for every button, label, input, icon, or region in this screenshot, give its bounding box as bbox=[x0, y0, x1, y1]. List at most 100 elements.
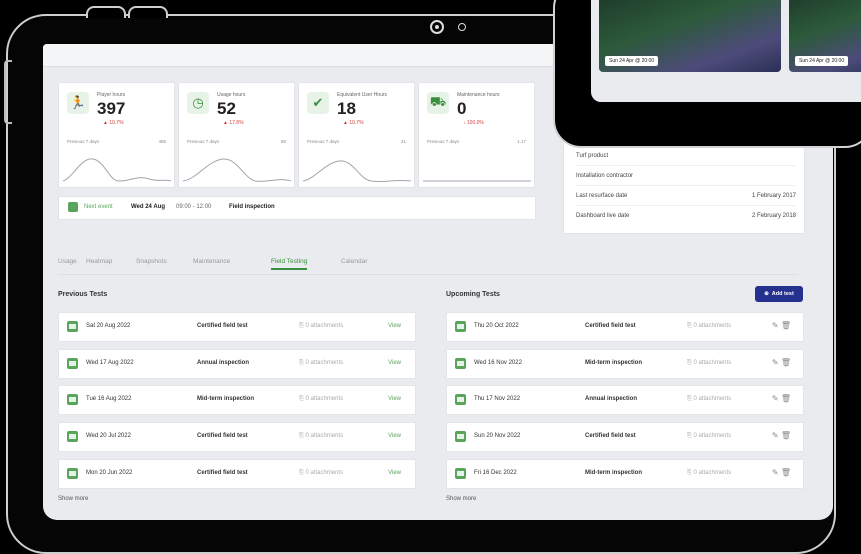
test-date: Sun 20 Nov 2022 bbox=[474, 433, 521, 439]
info-label: Dashboard live date bbox=[576, 213, 630, 219]
running-person-icon: 🏃 bbox=[67, 92, 89, 114]
tab-bar: Usage Heatmap Snapshots Maintenance Fiel… bbox=[58, 256, 798, 275]
tablet-side-button bbox=[4, 60, 12, 124]
view-link[interactable]: View bbox=[388, 323, 401, 329]
info-row: Dashboard live date 2 February 2018 bbox=[576, 207, 796, 225]
row-actions: ✎ 🗑 bbox=[772, 468, 791, 477]
edit-icon[interactable]: ✎ bbox=[772, 394, 779, 403]
kpi-prev-label: Previous 7 days bbox=[427, 139, 460, 144]
kpi-card-equivalent-user-hours: ✔ Equivalent User Hours 18 ▲ 10.7% Previ… bbox=[298, 82, 415, 188]
test-attachments: ⎘ 0 attachments bbox=[687, 433, 732, 439]
add-test-button[interactable]: ⊕ Add test bbox=[755, 286, 803, 302]
edit-icon[interactable]: ✎ bbox=[772, 321, 779, 330]
calendar-icon bbox=[68, 202, 78, 212]
kpi-delta: ▲ 10.7% bbox=[343, 120, 364, 126]
upcoming-test-row: Wed 16 Nov 2022 Mid-term inspection ⎘ 0 at… bbox=[446, 349, 804, 379]
kpi-value: 52 bbox=[217, 99, 236, 118]
previous-test-row: Mon 20 Jun 2022 Certified field test ⎘ 0 a… bbox=[58, 459, 416, 489]
row-actions: ✎ 🗑 bbox=[772, 431, 791, 440]
tab-heatmap[interactable]: Heatmap bbox=[86, 258, 112, 265]
calendar-icon bbox=[455, 394, 466, 405]
kpi-value: 397 bbox=[97, 99, 126, 118]
kpi-delta: ▲ 10.7% bbox=[103, 120, 124, 126]
trash-icon[interactable]: 🗑 bbox=[781, 321, 791, 330]
next-event-title: Field inspection bbox=[229, 204, 275, 210]
snapshot-image[interactable]: Sun 24 Apr @ 20:00 bbox=[789, 0, 861, 72]
snapshot-caption: Sun 24 Apr @ 20:00 bbox=[605, 56, 659, 66]
clock-icon: ◷ bbox=[187, 92, 209, 114]
edit-icon[interactable]: ✎ bbox=[772, 358, 779, 367]
test-type: Annual inspection bbox=[585, 396, 638, 402]
test-attachments: ⎘ 0 attachments bbox=[687, 396, 732, 402]
tab-usage[interactable]: Usage bbox=[58, 258, 77, 265]
kpi-prev-value: 80 bbox=[280, 139, 286, 144]
info-label: Turf product bbox=[576, 153, 609, 159]
kpi-prev-value: 21 bbox=[400, 139, 406, 144]
test-type: Annual inspection bbox=[197, 360, 250, 366]
tab-field-testing[interactable]: Field Testing bbox=[271, 258, 308, 270]
snapshot-caption: Sun 24 Apr @ 20:00 bbox=[795, 56, 849, 66]
test-date: Wed 16 Nov 2022 bbox=[474, 360, 522, 366]
test-date: Thu 17 Nov 2022 bbox=[474, 396, 521, 402]
kpi-label: Maintenance hours bbox=[457, 92, 500, 98]
test-attachments: ⎘ 0 attachments bbox=[299, 433, 344, 439]
edit-icon[interactable]: ✎ bbox=[772, 431, 779, 440]
sensor-icon bbox=[458, 23, 466, 31]
shield-check-icon: ✔ bbox=[307, 92, 329, 114]
kpi-value: 18 bbox=[337, 99, 356, 118]
test-type: Certified field test bbox=[197, 470, 248, 476]
kpi-value: 0 bbox=[457, 99, 467, 118]
previous-test-row: Tue 16 Aug 2022 Mid-term inspection ⎘ 0 at… bbox=[58, 385, 416, 415]
view-link[interactable]: View bbox=[388, 396, 401, 402]
calendar-icon bbox=[67, 431, 78, 442]
calendar-icon bbox=[455, 468, 466, 479]
kpi-card-usage-hours: ◷ Usage hours 52 ▲ 17.8% Previous 7 days… bbox=[178, 82, 295, 188]
kpi-label: Equivalent User Hours bbox=[337, 92, 388, 98]
test-attachments: ⎘ 0 attachments bbox=[299, 396, 344, 402]
kpi-label: Player hours bbox=[97, 92, 126, 98]
view-link[interactable]: View bbox=[388, 433, 401, 439]
test-date: Mon 20 Jun 2022 bbox=[86, 470, 133, 476]
trash-icon[interactable]: 🗑 bbox=[781, 394, 791, 403]
test-type: Certified field test bbox=[585, 323, 636, 329]
test-type: Certified field test bbox=[585, 433, 636, 439]
tab-snapshots[interactable]: Snapshots bbox=[136, 258, 167, 265]
calendar-icon bbox=[455, 358, 466, 369]
row-actions: ✎ 🗑 bbox=[772, 394, 791, 403]
calendar-icon bbox=[67, 394, 78, 405]
previous-tests-title: Previous Tests bbox=[58, 291, 108, 298]
test-date: Wed 17 Aug 2022 bbox=[86, 360, 134, 366]
trash-icon[interactable]: 🗑 bbox=[781, 468, 791, 477]
test-type: Certified field test bbox=[197, 323, 248, 329]
kpi-prev-value: 485 bbox=[158, 139, 166, 144]
view-link[interactable]: View bbox=[388, 470, 401, 476]
kpi-prev-label: Previous 7 days bbox=[307, 139, 340, 144]
info-value: 2 February 2018 bbox=[751, 213, 796, 219]
view-link[interactable]: View bbox=[388, 360, 401, 366]
test-date: Tue 16 Aug 2022 bbox=[86, 396, 132, 402]
next-event-bar[interactable]: Next event Wed 24 Aug 09:00 - 12:00 Fiel… bbox=[58, 196, 536, 220]
next-event-label: Next event bbox=[84, 204, 113, 210]
calendar-icon bbox=[67, 321, 78, 332]
calendar-icon bbox=[67, 468, 78, 479]
test-attachments: ⎘ 0 attachments bbox=[687, 360, 732, 366]
trash-icon[interactable]: 🗑 bbox=[781, 431, 791, 440]
snapshot-image[interactable]: Sun 24 Apr @ 20:00 bbox=[599, 0, 781, 72]
edit-icon[interactable]: ✎ bbox=[772, 468, 779, 477]
kpi-sparkline bbox=[423, 180, 531, 182]
show-more-previous-link[interactable]: Show more bbox=[58, 496, 88, 502]
tab-maintenance[interactable]: Maintenance bbox=[193, 258, 230, 265]
show-more-upcoming-link[interactable]: Show more bbox=[446, 496, 476, 502]
kpi-sparkline bbox=[302, 160, 412, 183]
info-value: 1 February 2017 bbox=[751, 193, 796, 199]
info-label: Last resurface date bbox=[576, 193, 628, 199]
trash-icon[interactable]: 🗑 bbox=[781, 358, 791, 367]
next-event-date: Wed 24 Aug bbox=[131, 204, 166, 210]
test-type: Mid-term inspection bbox=[585, 360, 643, 366]
kpi-card-player-hours: 🏃 Player hours 397 ▲ 10.7% Previous 7 da… bbox=[58, 82, 175, 188]
test-type: Mid-term inspection bbox=[585, 470, 643, 476]
kpi-label: Usage hours bbox=[217, 92, 246, 98]
info-label: Installation contractor bbox=[576, 173, 634, 179]
kpi-sparkline bbox=[62, 158, 172, 182]
tab-calendar[interactable]: Calendar bbox=[341, 258, 367, 265]
